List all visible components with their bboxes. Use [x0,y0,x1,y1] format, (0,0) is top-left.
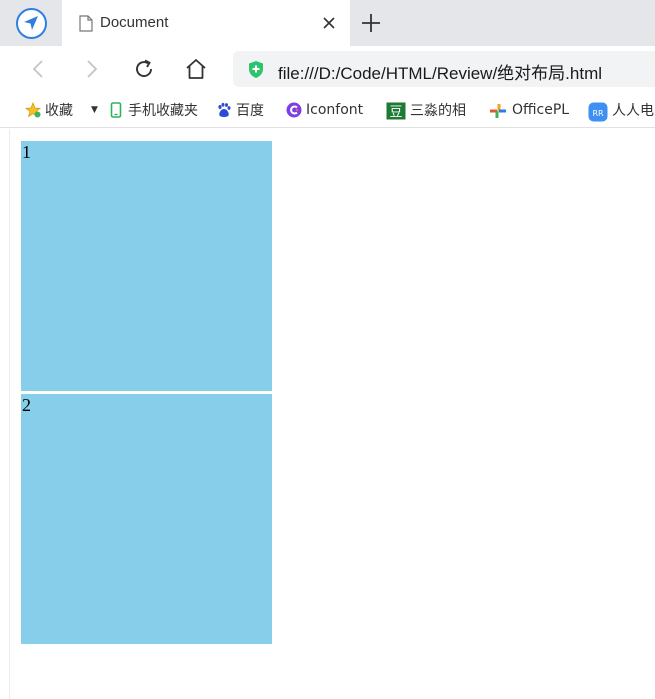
bookmark-label: OfficePL [512,102,570,118]
svg-text:RR: RR [592,109,604,118]
tab-title: Document [100,14,169,31]
dou-icon: 豆 [386,102,406,120]
forward-icon[interactable] [79,57,103,81]
bookmark-dropdown-icon[interactable]: ▼ [91,101,98,119]
tab-strip: Document [0,0,655,46]
bookmark-officeplus[interactable]: OfficePL [488,101,569,119]
officeplus-icon [488,102,508,118]
navigation-bar: file:///D:/Code/HTML/Review/绝对布局.html [0,46,655,92]
box-label: 2 [22,395,31,415]
home-icon[interactable] [184,57,208,81]
bookmark-mobile[interactable]: 手机收藏夹 [108,101,198,119]
address-url[interactable]: file:///D:/Code/HTML/Review/绝对布局.html [278,59,602,84]
tab-document[interactable]: Document [62,0,350,46]
bookmark-favorites[interactable]: 收藏 [24,101,73,119]
box-label: 1 [22,142,31,162]
bookmark-label: 百度 [236,103,264,119]
refresh-icon[interactable] [132,57,156,81]
baidu-paw-icon [216,102,232,118]
browser-logo-icon [15,7,47,39]
page-viewport: 1 2 [0,129,655,699]
new-tab-icon[interactable] [360,12,382,34]
bookmark-label: 收藏 [45,103,73,119]
bookmark-label: 手机收藏夹 [128,103,198,119]
address-bar[interactable]: file:///D:/Code/HTML/Review/绝对布局.html [233,51,655,87]
phone-icon [108,102,124,118]
blue-box-1: 1 [21,141,272,391]
bookmarks-bar: 收藏 ▼ 手机收藏夹 百度 Iconfont 豆 三淼的相 OfficePL R… [0,92,655,128]
bookmark-baidu[interactable]: 百度 [216,101,264,119]
bookmark-label: Iconfont [306,102,364,118]
secure-shield-icon[interactable] [247,60,265,84]
bookmark-label: 三淼的相 [410,103,466,119]
star-folder-icon [24,101,42,118]
blue-box-2: 2 [21,394,272,644]
viewport-edge [9,129,10,699]
svg-text:豆: 豆 [389,105,402,120]
iconfont-icon [286,102,302,118]
back-icon[interactable] [27,57,51,81]
bookmark-dou[interactable]: 豆 三淼的相 [386,101,466,120]
bookmark-renren[interactable]: RR 人人电 [588,101,654,122]
bookmark-iconfont[interactable]: Iconfont [286,101,363,119]
renren-icon: RR [588,102,608,122]
browser-menu-button[interactable] [0,0,62,46]
document-icon [79,15,93,37]
bookmark-label: 人人电 [612,103,654,119]
close-tab-icon[interactable] [320,14,338,32]
